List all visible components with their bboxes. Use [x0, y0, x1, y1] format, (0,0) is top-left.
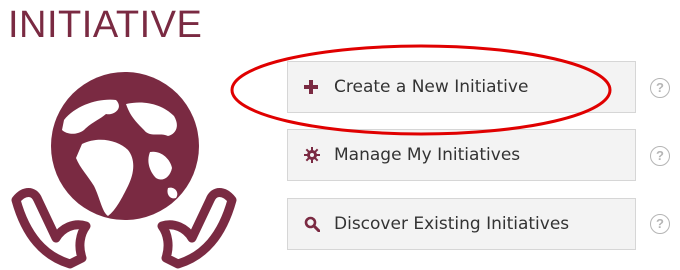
help-icon[interactable]: ? — [650, 78, 670, 98]
manage-initiatives-label: Manage My Initiatives — [334, 145, 521, 165]
create-initiative-label: Create a New Initiative — [334, 77, 529, 97]
create-initiative-button[interactable]: Create a New Initiative — [287, 61, 636, 113]
help-icon[interactable]: ? — [650, 146, 670, 166]
search-icon — [304, 215, 322, 233]
plus-icon — [304, 78, 322, 96]
discover-initiatives-label: Discover Existing Initiatives — [334, 214, 570, 234]
help-icon[interactable]: ? — [650, 214, 670, 234]
gear-icon — [304, 146, 322, 164]
manage-initiatives-button[interactable]: Manage My Initiatives — [287, 129, 636, 181]
globe-in-hands-icon — [11, 72, 237, 269]
page-title: INITIATIVE — [8, 4, 203, 46]
discover-initiatives-button[interactable]: Discover Existing Initiatives — [287, 198, 636, 250]
